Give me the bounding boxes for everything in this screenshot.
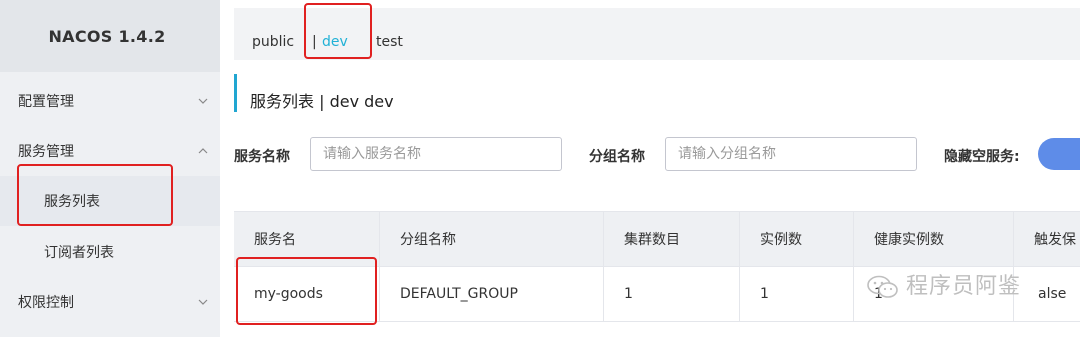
group-name-label: 分组名称: [589, 149, 645, 165]
sidebar-item-label: 订阅者列表: [44, 245, 114, 261]
sidebar-item-config-management[interactable]: 配置管理: [0, 76, 220, 126]
cell-cluster-count: 1: [604, 267, 740, 321]
sidebar-item-subscriber-list[interactable]: 订阅者列表: [0, 227, 220, 277]
sidebar-item-label: 配置管理: [18, 94, 74, 110]
column-header-instance-count[interactable]: 实例数: [740, 212, 854, 266]
chevron-up-icon: [198, 148, 208, 154]
column-header-healthy-instances[interactable]: 健康实例数: [854, 212, 1014, 266]
cell-instance-count: 1: [740, 267, 854, 321]
cell-trigger-protection: alse: [1038, 286, 1067, 302]
group-name-input[interactable]: [665, 137, 917, 171]
brand-logo: NACOS 1.4.2: [0, 0, 220, 72]
chevron-down-icon: [198, 98, 208, 104]
service-name-input[interactable]: [310, 137, 562, 171]
column-header-cluster-count[interactable]: 集群数目: [604, 212, 740, 266]
highlight-box: [236, 257, 377, 325]
hide-empty-services-label: 隐藏空服务:: [944, 149, 1020, 165]
namespace-public[interactable]: public: [252, 34, 294, 50]
highlight-box: [304, 3, 372, 59]
sidebar-item-access-control[interactable]: 权限控制: [0, 277, 220, 327]
divider: [220, 0, 234, 337]
watermark: 程序员阿鉴: [866, 268, 1021, 300]
namespace-test[interactable]: test: [376, 34, 403, 50]
column-header-trigger-protection[interactable]: 触发保: [1014, 212, 1080, 266]
column-header-group-name[interactable]: 分组名称: [380, 212, 604, 266]
page-title: 服务列表 | dev dev: [250, 92, 394, 111]
title-accent-bar: [234, 74, 237, 112]
highlight-box: [17, 164, 173, 226]
wechat-icon: [867, 275, 898, 298]
service-table: 服务名 分组名称 集群数目 实例数 健康实例数 触发保 my-goods DEF…: [234, 211, 1080, 325]
cell-group-name: DEFAULT_GROUP: [380, 267, 604, 321]
chevron-down-icon: [198, 299, 208, 305]
watermark-text: 程序员阿鉴: [906, 274, 1022, 299]
namespace-bar: public | dev test: [234, 3, 1080, 60]
sidebar-item-label: 服务管理: [18, 144, 74, 160]
hide-empty-services-toggle[interactable]: [1038, 138, 1080, 170]
sidebar-item-label: 权限控制: [18, 295, 74, 311]
sidebar: NACOS 1.4.2 配置管理 服务管理 服务列表 订阅者列表 权限控制: [0, 0, 220, 337]
service-name-label: 服务名称: [234, 149, 290, 165]
